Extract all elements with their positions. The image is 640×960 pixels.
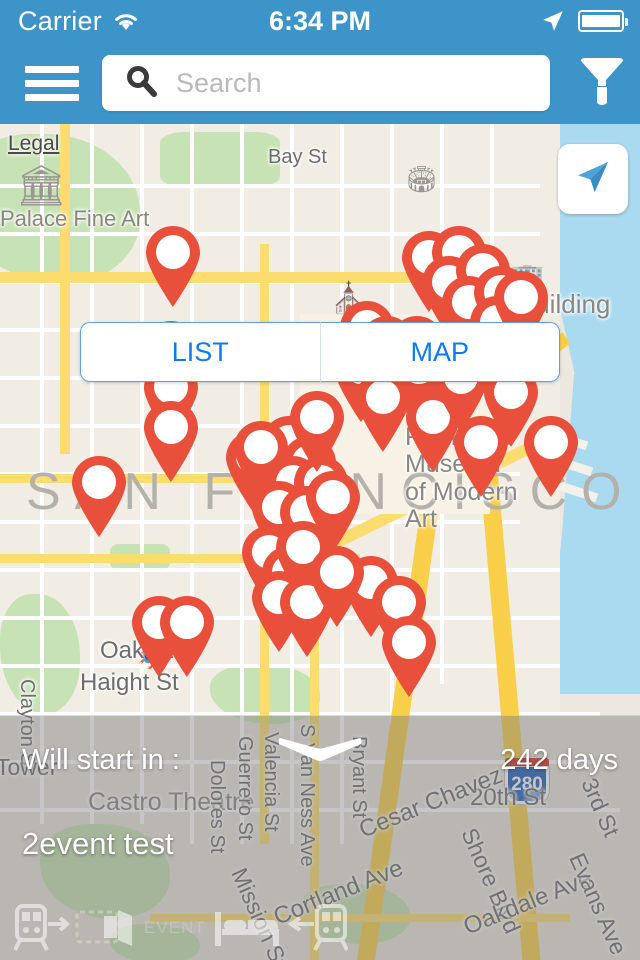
train-return-icon bbox=[286, 902, 348, 954]
map-label-text: Palace Fine Art bbox=[0, 206, 150, 231]
navigation-bar bbox=[0, 42, 640, 124]
search-bar[interactable] bbox=[102, 55, 550, 111]
list-map-segmented-control[interactable]: LIST MAP bbox=[80, 322, 560, 382]
legal-link[interactable]: Legal bbox=[8, 132, 59, 156]
bed-icon bbox=[214, 902, 284, 954]
status-bar: Carrier 6:34 PM bbox=[0, 0, 640, 42]
search-input[interactable] bbox=[176, 55, 550, 111]
map-street-h bbox=[0, 664, 560, 668]
countdown-label: Will start in : bbox=[22, 744, 180, 776]
hamburger-menu-icon[interactable] bbox=[16, 65, 88, 101]
map-pin[interactable] bbox=[520, 414, 582, 498]
itinerary-strip: EVENT bbox=[14, 902, 348, 954]
carrier-label: Carrier bbox=[18, 5, 102, 36]
countdown-row: Will start in : 242 days bbox=[0, 744, 640, 777]
status-bar-left: Carrier bbox=[0, 6, 211, 37]
map-pin[interactable] bbox=[378, 614, 440, 698]
ticket-icon bbox=[74, 902, 136, 954]
event-countdown-panel[interactable]: Will start in : 242 days 2event test EVE… bbox=[0, 715, 640, 960]
map-label-palace-fine-art: Palace Fine Art bbox=[0, 206, 149, 231]
countdown-value: 242 days bbox=[500, 744, 618, 776]
location-arrow-icon bbox=[540, 8, 566, 34]
wifi-icon bbox=[112, 10, 140, 32]
map-pin[interactable] bbox=[142, 224, 204, 308]
map-street-h bbox=[0, 184, 540, 188]
map-label-bay-st: Bay St bbox=[268, 146, 327, 168]
itinerary-event-label: EVENT bbox=[144, 918, 206, 937]
app-root: 🏛 ⛪ 🏢 🏟 🏛 🎭 🔺 280 Legal SAN FRANCISCO Ba… bbox=[0, 0, 640, 960]
status-bar-right bbox=[429, 8, 640, 34]
navigation-arrow-icon bbox=[573, 157, 613, 202]
map-pin[interactable] bbox=[140, 399, 202, 483]
map-pin[interactable] bbox=[306, 544, 368, 628]
clock-label: 6:34 PM bbox=[268, 5, 371, 36]
train-depart-icon bbox=[14, 902, 72, 954]
tab-map[interactable]: MAP bbox=[319, 322, 560, 382]
stadium-icon: 🏟 bbox=[405, 164, 439, 194]
map-pin[interactable] bbox=[156, 594, 218, 678]
event-title: 2event test bbox=[22, 826, 174, 861]
locate-me-button[interactable] bbox=[558, 144, 628, 214]
map-pin[interactable] bbox=[68, 454, 130, 538]
battery-icon bbox=[577, 10, 628, 32]
tab-list[interactable]: LIST bbox=[80, 322, 320, 382]
search-icon bbox=[124, 64, 158, 103]
status-bar-center: 6:34 PM bbox=[211, 6, 429, 37]
map-pin[interactable] bbox=[230, 419, 292, 503]
map-pin[interactable] bbox=[286, 389, 348, 473]
filter-funnel-icon[interactable] bbox=[564, 56, 640, 110]
museum-icon: 🏛 bbox=[16, 164, 67, 208]
map-park-a bbox=[160, 132, 280, 187]
